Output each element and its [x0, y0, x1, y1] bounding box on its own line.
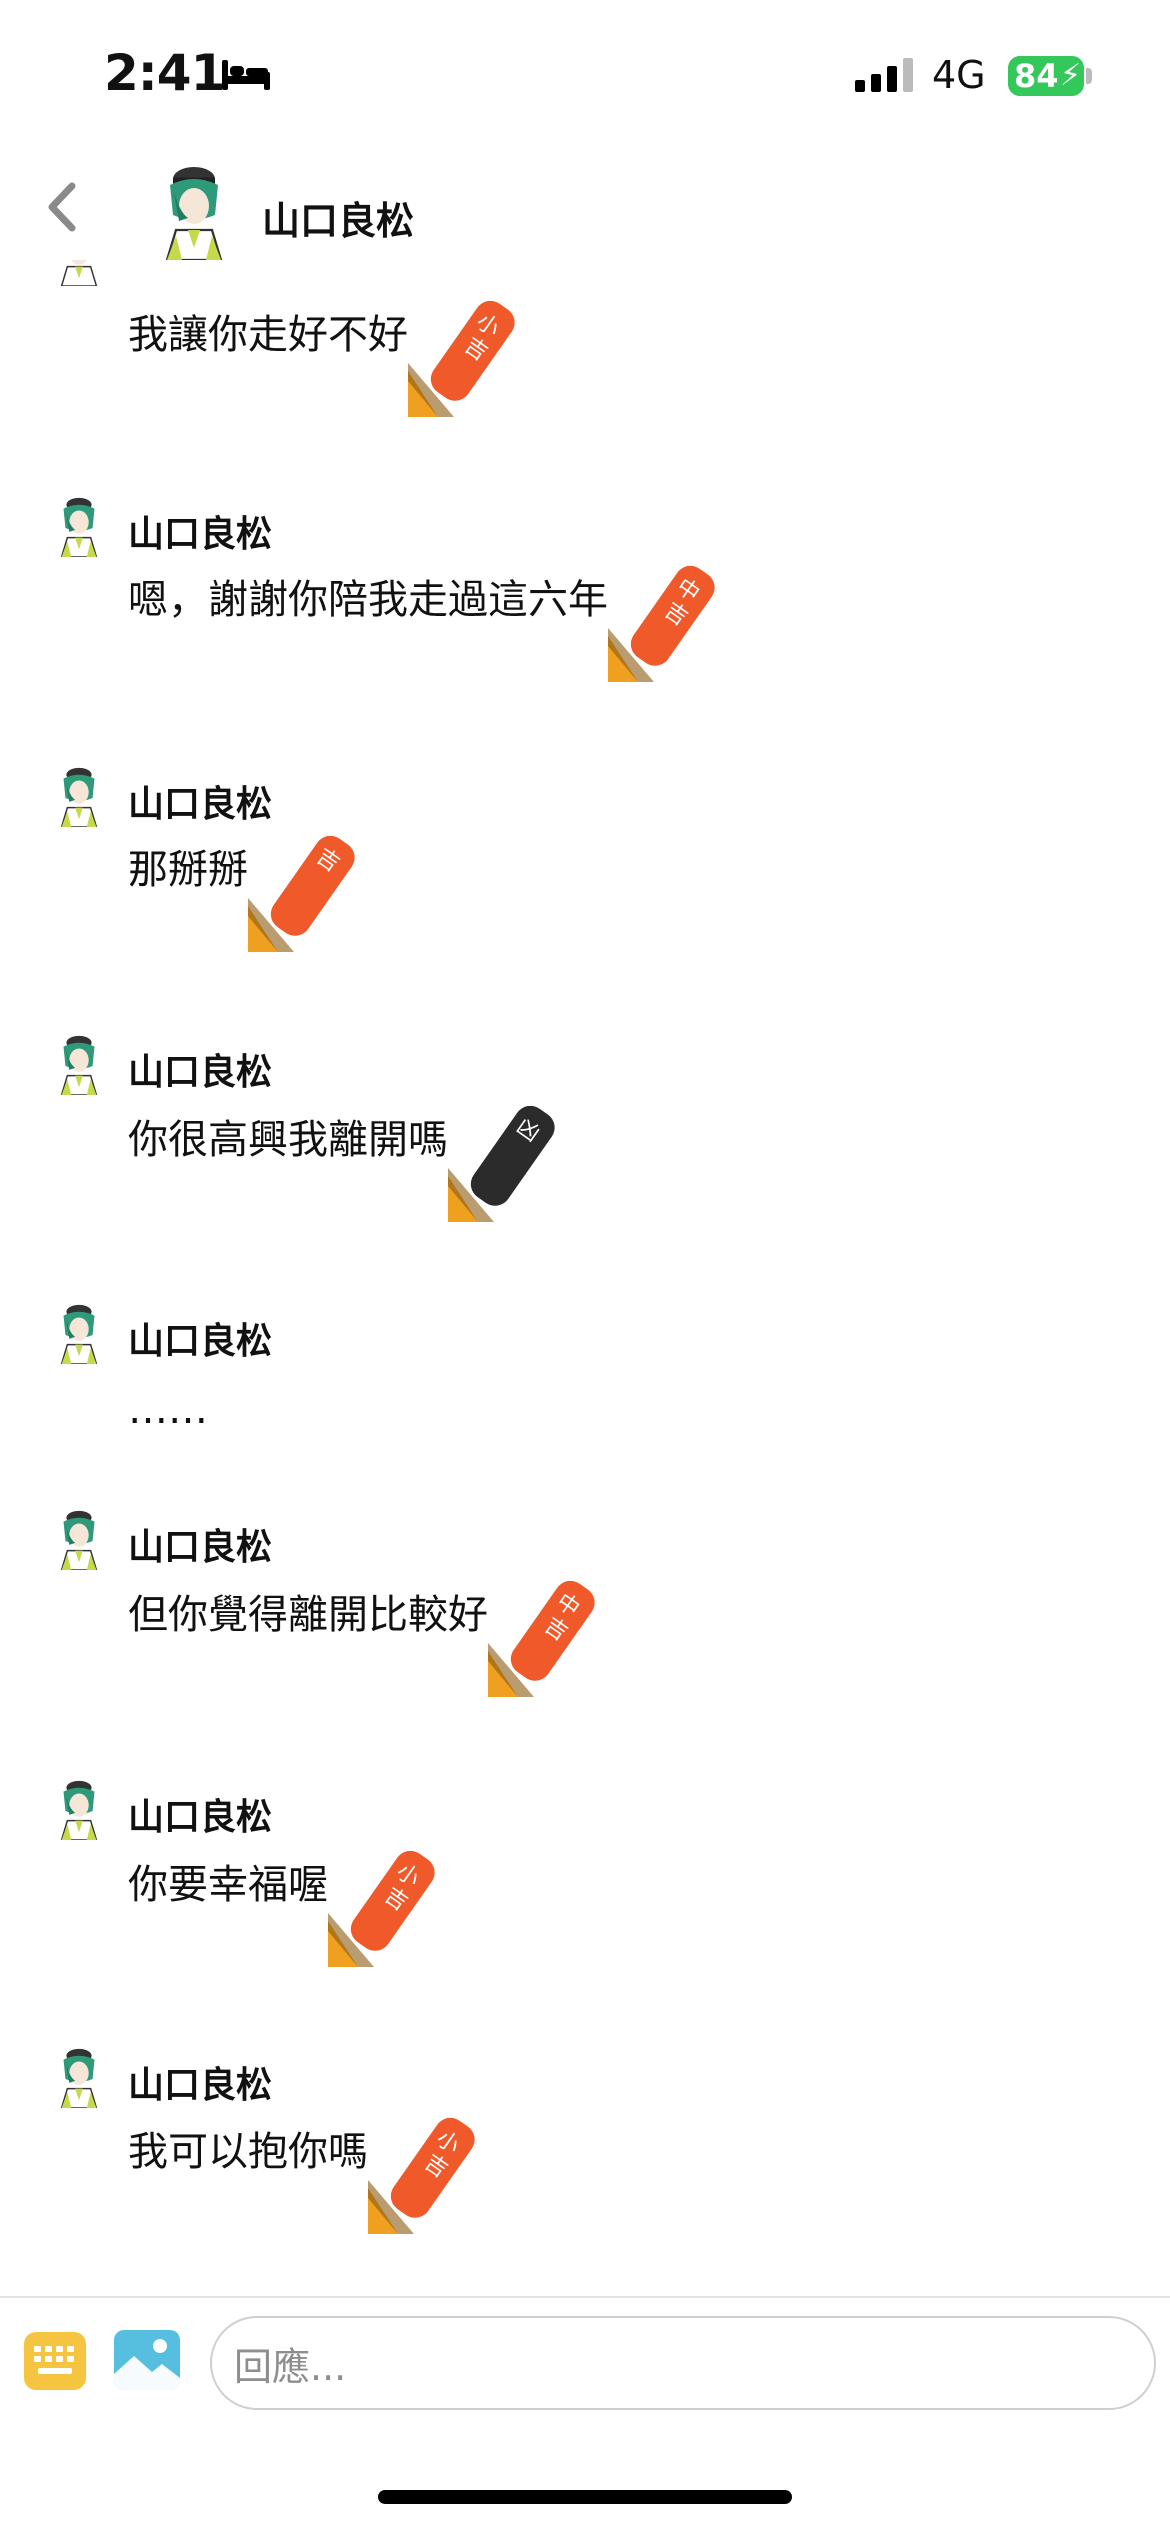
avatar[interactable] — [55, 2046, 103, 2108]
message-text: 我可以抱你嗎 — [128, 2129, 368, 2175]
fortune-stick-icon: 吉 — [248, 836, 355, 952]
message-bubble: 但你覺得離開比較好中吉 — [128, 1581, 606, 1697]
network-type: 4G — [932, 53, 986, 97]
avatar[interactable] — [55, 1302, 103, 1364]
avatar[interactable] — [55, 1778, 103, 1840]
message-text: 你很高興我離開嗎 — [128, 1117, 448, 1163]
fortune-stick-icon: 小吉 — [408, 301, 515, 417]
reply-input[interactable]: 回應... — [210, 2316, 1156, 2410]
battery-level: 84 — [1014, 57, 1059, 95]
reply-placeholder: 回應... — [234, 2344, 347, 2389]
keyboard-icon[interactable] — [24, 2332, 86, 2390]
message-bubble: 我可以抱你嗎小吉 — [128, 2118, 486, 2234]
avatar[interactable] — [55, 765, 103, 827]
fortune-stick-icon: 凶 — [448, 1106, 555, 1222]
sender-name: 山口良松 — [128, 514, 273, 555]
fortune-stick-icon: 小吉 — [328, 1851, 435, 1967]
message-bubble: …… — [128, 1380, 208, 1440]
avatar[interactable] — [55, 495, 103, 557]
message-bubble: 嗯，謝謝你陪我走過這六年中吉 — [128, 566, 726, 682]
charging-icon: ⚡ — [1060, 58, 1082, 93]
avatar[interactable] — [55, 1508, 103, 1570]
message-bubble: 那掰掰吉 — [128, 836, 366, 952]
sender-name: 山口良松 — [128, 1052, 273, 1093]
fortune-stick-icon: 中吉 — [608, 566, 715, 682]
image-picker-icon[interactable] — [114, 2330, 180, 2390]
home-indicator[interactable] — [378, 2490, 792, 2504]
fortune-stick-icon: 中吉 — [488, 1581, 595, 1697]
battery-cap — [1086, 68, 1092, 84]
fortune-stick-icon: 小吉 — [368, 2118, 475, 2234]
avatar[interactable] — [55, 1033, 103, 1095]
message-text: 但你覺得離開比較好 — [128, 1592, 488, 1638]
message-text: 我讓你走好不好 — [128, 312, 408, 358]
message-bubble: 你要幸福喔小吉 — [128, 1851, 446, 1967]
message-text: 嗯，謝謝你陪我走過這六年 — [128, 577, 608, 623]
sender-name: 山口良松 — [128, 1321, 273, 1362]
message-bubble: 你很高興我離開嗎凶 — [128, 1106, 566, 1222]
sender-name: 山口良松 — [128, 1797, 273, 1838]
avatar — [55, 260, 103, 286]
chat-title: 山口良松 — [262, 199, 415, 243]
back-chevron-icon[interactable] — [44, 180, 78, 238]
signal-icon — [855, 58, 913, 92]
composer-divider — [0, 2296, 1170, 2298]
message-text: 那掰掰 — [128, 847, 248, 893]
sender-name: 山口良松 — [128, 784, 273, 825]
message-text: …… — [128, 1387, 208, 1433]
status-time: 2:41 — [104, 44, 225, 102]
message-bubble: 我讓你走好不好小吉 — [128, 301, 526, 417]
message-text: 你要幸福喔 — [128, 1862, 328, 1908]
bed-icon — [220, 58, 272, 96]
sender-name: 山口良松 — [128, 2065, 273, 2106]
sender-name: 山口良松 — [128, 1527, 273, 1568]
header-avatar[interactable] — [158, 164, 230, 264]
